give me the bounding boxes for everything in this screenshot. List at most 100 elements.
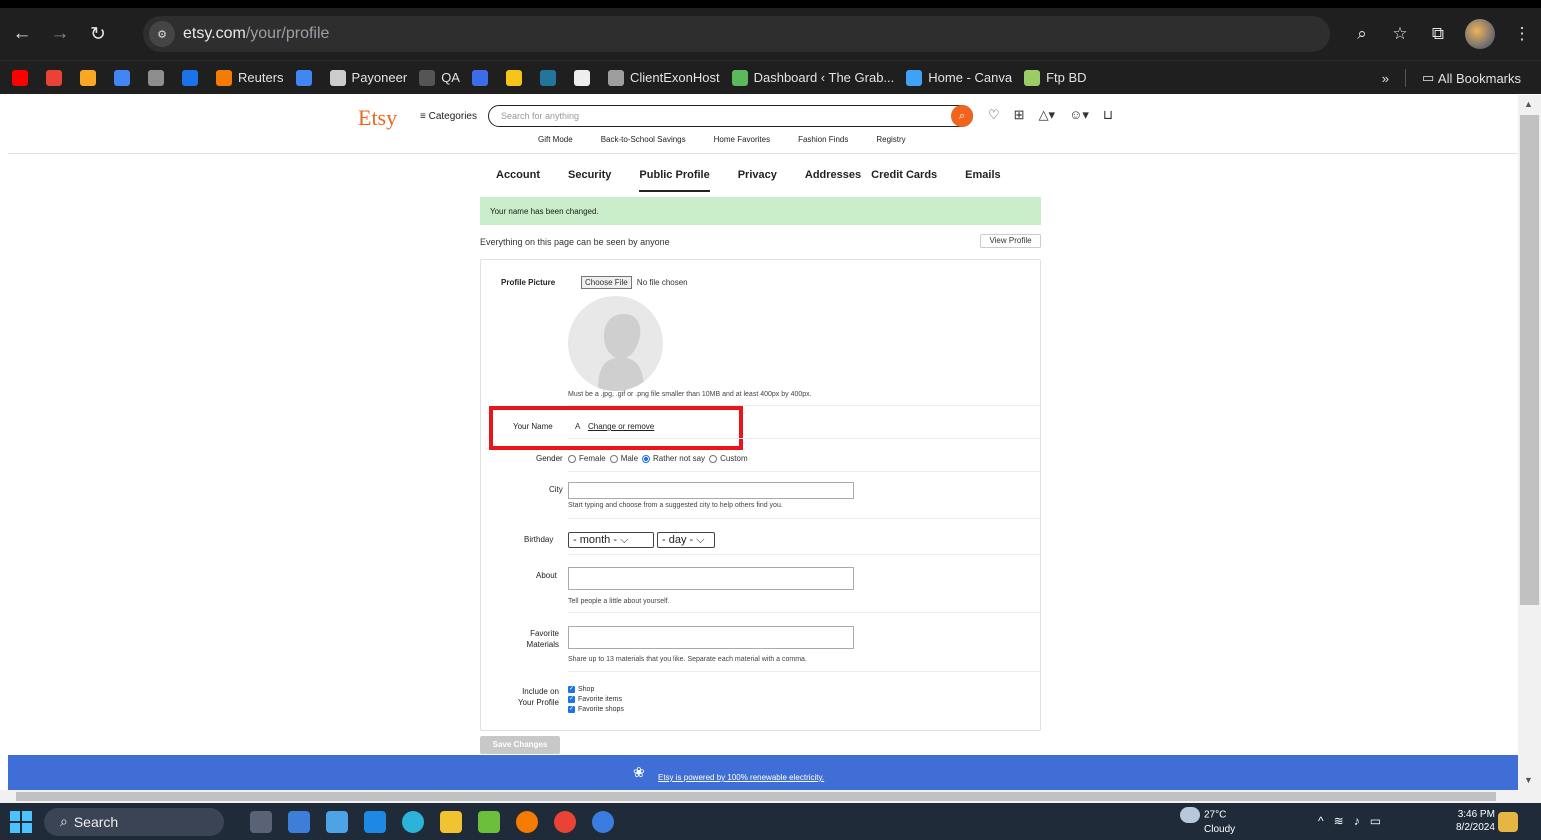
reload-icon[interactable]: ↻ — [82, 18, 114, 50]
vertical-scrollbar[interactable]: ▲ ▼ — [1518, 95, 1541, 790]
subnav-home-favorites[interactable]: Home Favorites — [714, 135, 770, 144]
wifi-icon[interactable]: ≋ — [1334, 814, 1344, 828]
store-icon[interactable] — [288, 810, 310, 833]
checkmark-icon: ✓ — [568, 706, 575, 713]
checkbox-shop[interactable]: ✓ Shop — [568, 686, 594, 693]
etsy-logo[interactable]: Etsy — [358, 105, 397, 131]
tab-public-profile[interactable]: Public Profile — [639, 169, 710, 192]
bookmark-star-icon[interactable]: ☆ — [1381, 16, 1419, 52]
search-input[interactable]: Search for anything ⌕ — [488, 105, 973, 127]
app-l-icon[interactable] — [364, 810, 386, 833]
favorite-materials-input[interactable] — [568, 626, 854, 649]
windows-start-icon[interactable] — [10, 810, 32, 833]
chrome-icon[interactable] — [554, 810, 576, 833]
divider — [568, 612, 1040, 613]
bookmark-item[interactable] — [12, 69, 34, 86]
bookmark-label: Reuters — [238, 70, 284, 85]
tab-privacy[interactable]: Privacy — [738, 169, 777, 192]
tab-account[interactable]: Account — [496, 169, 540, 192]
address-bar[interactable]: ⚙ etsy.com/your/profile — [143, 16, 1330, 52]
app-green-icon[interactable] — [478, 810, 500, 833]
radio-female[interactable] — [568, 454, 576, 463]
forward-arrow-icon[interactable]: → — [44, 18, 76, 50]
month-select[interactable]: - month - ⌵ — [568, 532, 654, 548]
profile-avatar[interactable] — [1465, 19, 1495, 49]
bookmark-item[interactable]: Payoneer — [329, 69, 407, 86]
volume-icon[interactable]: ♪ — [1354, 814, 1360, 828]
divider — [568, 438, 1040, 439]
notification-app-icon[interactable] — [1498, 812, 1518, 832]
view-profile-button[interactable]: View Profile — [980, 234, 1041, 248]
checkbox-favorite-items[interactable]: ✓ Favorite items — [568, 696, 622, 703]
site-info-icon[interactable]: ⚙ — [149, 21, 175, 47]
scroll-down-icon[interactable]: ▼ — [1524, 775, 1533, 785]
tab-emails[interactable]: Emails — [965, 169, 1000, 192]
checkmark-icon: ✓ — [568, 686, 575, 693]
hscroll-thumb[interactable] — [16, 792, 1496, 801]
bookmark-item[interactable] — [471, 69, 494, 86]
subnav-registry[interactable]: Registry — [876, 135, 905, 144]
bookmark-item[interactable] — [114, 69, 136, 86]
account-icon[interactable]: ☺▾ — [1069, 107, 1089, 123]
checkbox-favorite-shops[interactable]: ✓ Favorite shops — [568, 706, 624, 713]
tab-addresses[interactable]: Addresses — [805, 169, 861, 192]
app-arc-icon[interactable] — [592, 810, 614, 833]
day-select[interactable]: - day - ⌵ — [657, 532, 715, 548]
all-bookmarks-link[interactable]: All Bookmarks — [1438, 71, 1521, 86]
bookmark-item[interactable] — [539, 69, 562, 86]
subnav-back-to-school[interactable]: Back-to-School Savings — [601, 135, 686, 144]
radio-male[interactable] — [609, 454, 618, 463]
bookmark-item[interactable]: Home - Canva — [906, 69, 1012, 86]
tab-security[interactable]: Security — [568, 169, 611, 192]
city-input[interactable] — [568, 482, 854, 499]
battery-icon[interactable]: ▭ — [1370, 814, 1381, 828]
radio-rather-not-say[interactable] — [642, 454, 651, 463]
bookmark-item[interactable] — [46, 69, 68, 86]
app-icon[interactable] — [326, 810, 348, 833]
scroll-thumb[interactable] — [1520, 115, 1539, 605]
search-icon[interactable]: ⌕ — [951, 105, 973, 127]
subnav-fashion-finds[interactable]: Fashion Finds — [798, 135, 848, 144]
categories-button[interactable]: ≡ Categories — [420, 111, 477, 122]
save-changes-button[interactable]: Save Changes — [480, 736, 560, 754]
bookmark-item[interactable] — [148, 69, 170, 86]
bookmark-favicon-icon — [1024, 69, 1041, 86]
bookmark-item[interactable]: Ftp BD — [1024, 69, 1087, 86]
bookmark-item[interactable]: ClientExonHost — [607, 69, 720, 86]
gift-icon[interactable]: ⊞ — [1014, 107, 1025, 123]
bookmark-item[interactable] — [295, 69, 318, 86]
bookmark-item[interactable] — [80, 69, 102, 86]
bookmark-item[interactable] — [573, 69, 596, 86]
renewable-link[interactable]: Etsy is powered by 100% renewable electr… — [658, 773, 824, 782]
tab-credit-cards[interactable]: Credit Cards — [871, 169, 937, 192]
about-input[interactable] — [568, 567, 854, 590]
cart-icon[interactable]: ⊔ — [1103, 107, 1113, 123]
horizontal-scrollbar[interactable] — [0, 790, 1541, 803]
extensions-icon[interactable]: ⧉ — [1419, 16, 1457, 52]
radio-custom[interactable] — [709, 454, 718, 463]
subnav-gift-mode[interactable]: Gift Mode — [538, 135, 573, 144]
bookmark-item[interactable]: Dashboard ‹ The Grab... — [731, 69, 894, 86]
bookmarks-overflow-icon[interactable]: » — [1382, 71, 1389, 86]
chevron-up-icon[interactable]: ^ — [1318, 814, 1324, 828]
heart-icon[interactable]: ♡ — [988, 107, 1000, 123]
url-text[interactable]: etsy.com/your/profile — [183, 25, 329, 43]
back-arrow-icon[interactable]: ← — [6, 18, 38, 50]
menu-dots-icon[interactable]: ⋮ — [1503, 16, 1541, 52]
bookmark-item[interactable]: QA — [419, 69, 460, 86]
bell-icon[interactable]: △▾ — [1039, 107, 1056, 123]
bookmark-item[interactable]: Reuters — [216, 69, 284, 86]
zoom-icon[interactable]: ⌕ — [1343, 16, 1381, 52]
clock[interactable]: 3:46 PM 8/2/2024 — [1456, 808, 1495, 834]
firefox-icon[interactable] — [516, 810, 538, 833]
taskbar-search[interactable]: ⌕ Search — [44, 807, 224, 836]
task-view-icon[interactable] — [250, 810, 272, 833]
scroll-up-icon[interactable]: ▲ — [1524, 99, 1533, 109]
file-explorer-icon[interactable] — [440, 810, 462, 833]
bookmark-item[interactable] — [505, 69, 528, 86]
choose-file-button[interactable]: Choose File — [581, 276, 632, 289]
bookmark-favicon-icon — [573, 69, 590, 86]
bookmark-item[interactable] — [182, 69, 204, 86]
weather-widget[interactable]: 27°C Cloudy — [1180, 807, 1235, 836]
edge-icon[interactable] — [402, 810, 424, 833]
